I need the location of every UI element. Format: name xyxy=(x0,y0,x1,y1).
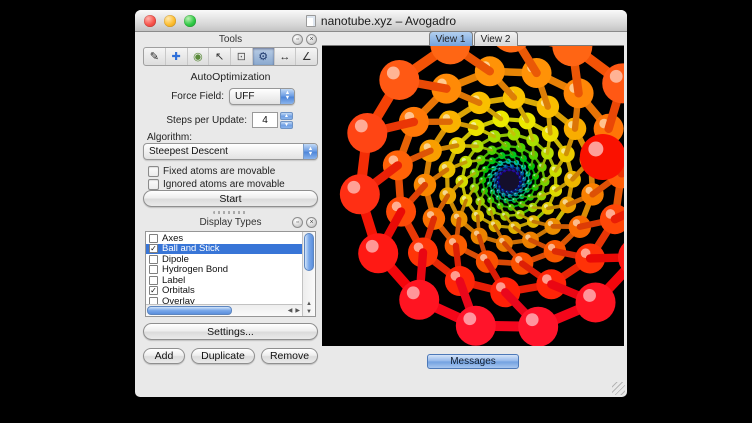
algorithm-value: Steepest Descent xyxy=(144,146,303,157)
display-type-row[interactable]: ✓ Ball and Stick xyxy=(146,244,302,255)
steps-stepper[interactable]: 4 ▲ ▼ xyxy=(252,112,293,129)
bond-centric-tool[interactable]: ◉ xyxy=(188,48,210,65)
document-icon xyxy=(306,15,316,27)
vertical-scrollbar[interactable]: ▲ ▼ xyxy=(302,232,315,316)
add-button[interactable]: Add xyxy=(143,348,185,364)
display-type-checkbox[interactable] xyxy=(149,265,158,274)
display-type-row[interactable]: Hydrogen Bond xyxy=(146,265,302,276)
view-tabs: View 1 View 2 xyxy=(322,31,624,46)
algorithm-label: Algorithm: xyxy=(147,132,192,143)
force-field-row: Force Field: UFF ▲▼ xyxy=(143,87,318,105)
desktop-background: nanotube.xyz – Avogadro Tools ▫ × ✎✚◉↖⊡⚙… xyxy=(0,0,752,423)
close-panel-icon[interactable]: × xyxy=(306,34,317,45)
auto-optimize-tool[interactable]: ⚙ xyxy=(253,48,275,65)
scroll-right-icon[interactable]: ▶ xyxy=(295,307,300,314)
ignored-atoms-label: Ignored atoms are movable xyxy=(163,179,285,190)
force-field-select[interactable]: UFF ▲▼ xyxy=(229,88,295,105)
undock-panel-icon[interactable]: ▫ xyxy=(292,217,303,228)
align-tool[interactable]: ∠ xyxy=(296,48,317,65)
resize-grip[interactable] xyxy=(612,382,625,395)
scrollbar-thumb[interactable] xyxy=(304,233,314,271)
measure-tool[interactable]: ↔ xyxy=(275,48,297,65)
close-panel-icon[interactable]: × xyxy=(306,217,317,228)
scrollbar-thumb[interactable] xyxy=(147,306,232,315)
display-type-label: Axes xyxy=(162,233,183,244)
close-window-button[interactable] xyxy=(144,15,156,27)
display-type-row[interactable]: Label xyxy=(146,275,302,286)
horizontal-scrollbar[interactable]: ◀ ▶ xyxy=(146,304,302,316)
popup-arrows-icon: ▲▼ xyxy=(280,89,294,104)
display-type-checkbox[interactable]: ✓ xyxy=(149,244,158,253)
display-type-label: Hydrogen Bond xyxy=(162,264,228,275)
display-type-label: Dipole xyxy=(162,254,189,265)
start-button[interactable]: Start xyxy=(143,190,318,207)
display-type-row[interactable]: Dipole xyxy=(146,254,302,265)
fixed-atoms-label: Fixed atoms are movable xyxy=(163,166,275,177)
window-title: nanotube.xyz – Avogadro xyxy=(321,14,456,28)
minimize-window-button[interactable] xyxy=(164,15,176,27)
window-title-area: nanotube.xyz – Avogadro xyxy=(195,14,567,28)
traffic-lights xyxy=(144,15,196,27)
tab-view-2[interactable]: View 2 xyxy=(474,31,518,46)
tab-view-1[interactable]: View 1 xyxy=(429,31,473,46)
selection-tool[interactable]: ⊡ xyxy=(231,48,253,65)
messages-button[interactable]: Messages xyxy=(427,354,519,369)
dock-splitter-handle[interactable] xyxy=(213,211,248,214)
stepper-down-icon[interactable]: ▼ xyxy=(280,121,293,129)
messages-bar: Messages xyxy=(322,354,624,369)
force-field-value: UFF xyxy=(230,91,280,102)
display-type-row[interactable]: Axes xyxy=(146,233,302,244)
manipulate-tool[interactable]: ↖ xyxy=(209,48,231,65)
display-types-list: Axes ✓ Ball and StickDipoleHydrogen BondLa… xyxy=(145,231,316,317)
steps-row: Steps per Update: 4 ▲ ▼ xyxy=(143,111,318,129)
ignored-atoms-checkbox[interactable] xyxy=(148,179,159,190)
display-type-label: Overlay xyxy=(162,296,195,304)
fixed-atoms-checkbox[interactable] xyxy=(148,166,159,177)
algorithm-select[interactable]: Steepest Descent ▲▼ xyxy=(143,143,318,160)
fixed-atoms-checkbox-row[interactable]: Fixed atoms are movable xyxy=(148,166,275,177)
display-type-label: Orbitals xyxy=(162,285,195,296)
ignored-atoms-checkbox-row[interactable]: Ignored atoms are movable xyxy=(148,179,285,190)
display-type-row[interactable]: Overlay xyxy=(146,296,302,304)
viewport[interactable] xyxy=(322,46,624,346)
stepper-up-icon[interactable]: ▲ xyxy=(280,112,293,120)
display-type-label: Label xyxy=(162,275,185,286)
display-type-checkbox[interactable] xyxy=(149,255,158,264)
nanotube-render xyxy=(322,46,624,346)
titlebar[interactable]: nanotube.xyz – Avogadro xyxy=(135,10,627,32)
display-types-panel-header: Display Types ▫ × xyxy=(143,217,318,230)
autooptimization-title: AutoOptimization xyxy=(143,71,318,83)
steps-value[interactable]: 4 xyxy=(252,112,278,128)
scroll-up-icon[interactable]: ▲ xyxy=(306,301,312,307)
tool-toolbar: ✎✚◉↖⊡⚙↔∠ xyxy=(143,47,318,66)
display-type-label: Ball and Stick xyxy=(162,243,220,254)
tools-panel-header: Tools ▫ × xyxy=(143,34,318,47)
steps-per-update-label: Steps per Update: xyxy=(166,115,247,126)
duplicate-button[interactable]: Duplicate xyxy=(191,348,255,364)
settings-button[interactable]: Settings... xyxy=(143,323,318,340)
display-type-checkbox[interactable] xyxy=(149,234,158,243)
scroll-left-icon[interactable]: ◀ xyxy=(288,307,293,314)
draw-tool[interactable]: ✎ xyxy=(144,48,166,65)
popup-arrows-icon: ▲▼ xyxy=(303,144,317,159)
display-types-rows: Axes ✓ Ball and StickDipoleHydrogen BondLa… xyxy=(146,233,302,304)
force-field-label: Force Field: xyxy=(171,91,224,102)
scroll-down-icon[interactable]: ▼ xyxy=(306,309,312,315)
remove-button[interactable]: Remove xyxy=(261,348,318,364)
display-type-row[interactable]: ✓ Orbitals xyxy=(146,286,302,297)
navigate-tool[interactable]: ✚ xyxy=(166,48,188,65)
avogadro-window: nanotube.xyz – Avogadro Tools ▫ × ✎✚◉↖⊡⚙… xyxy=(135,10,627,397)
undock-panel-icon[interactable]: ▫ xyxy=(292,34,303,45)
display-type-checkbox[interactable]: ✓ xyxy=(149,286,158,295)
display-type-checkbox[interactable] xyxy=(149,297,158,304)
display-type-checkbox[interactable] xyxy=(149,276,158,285)
